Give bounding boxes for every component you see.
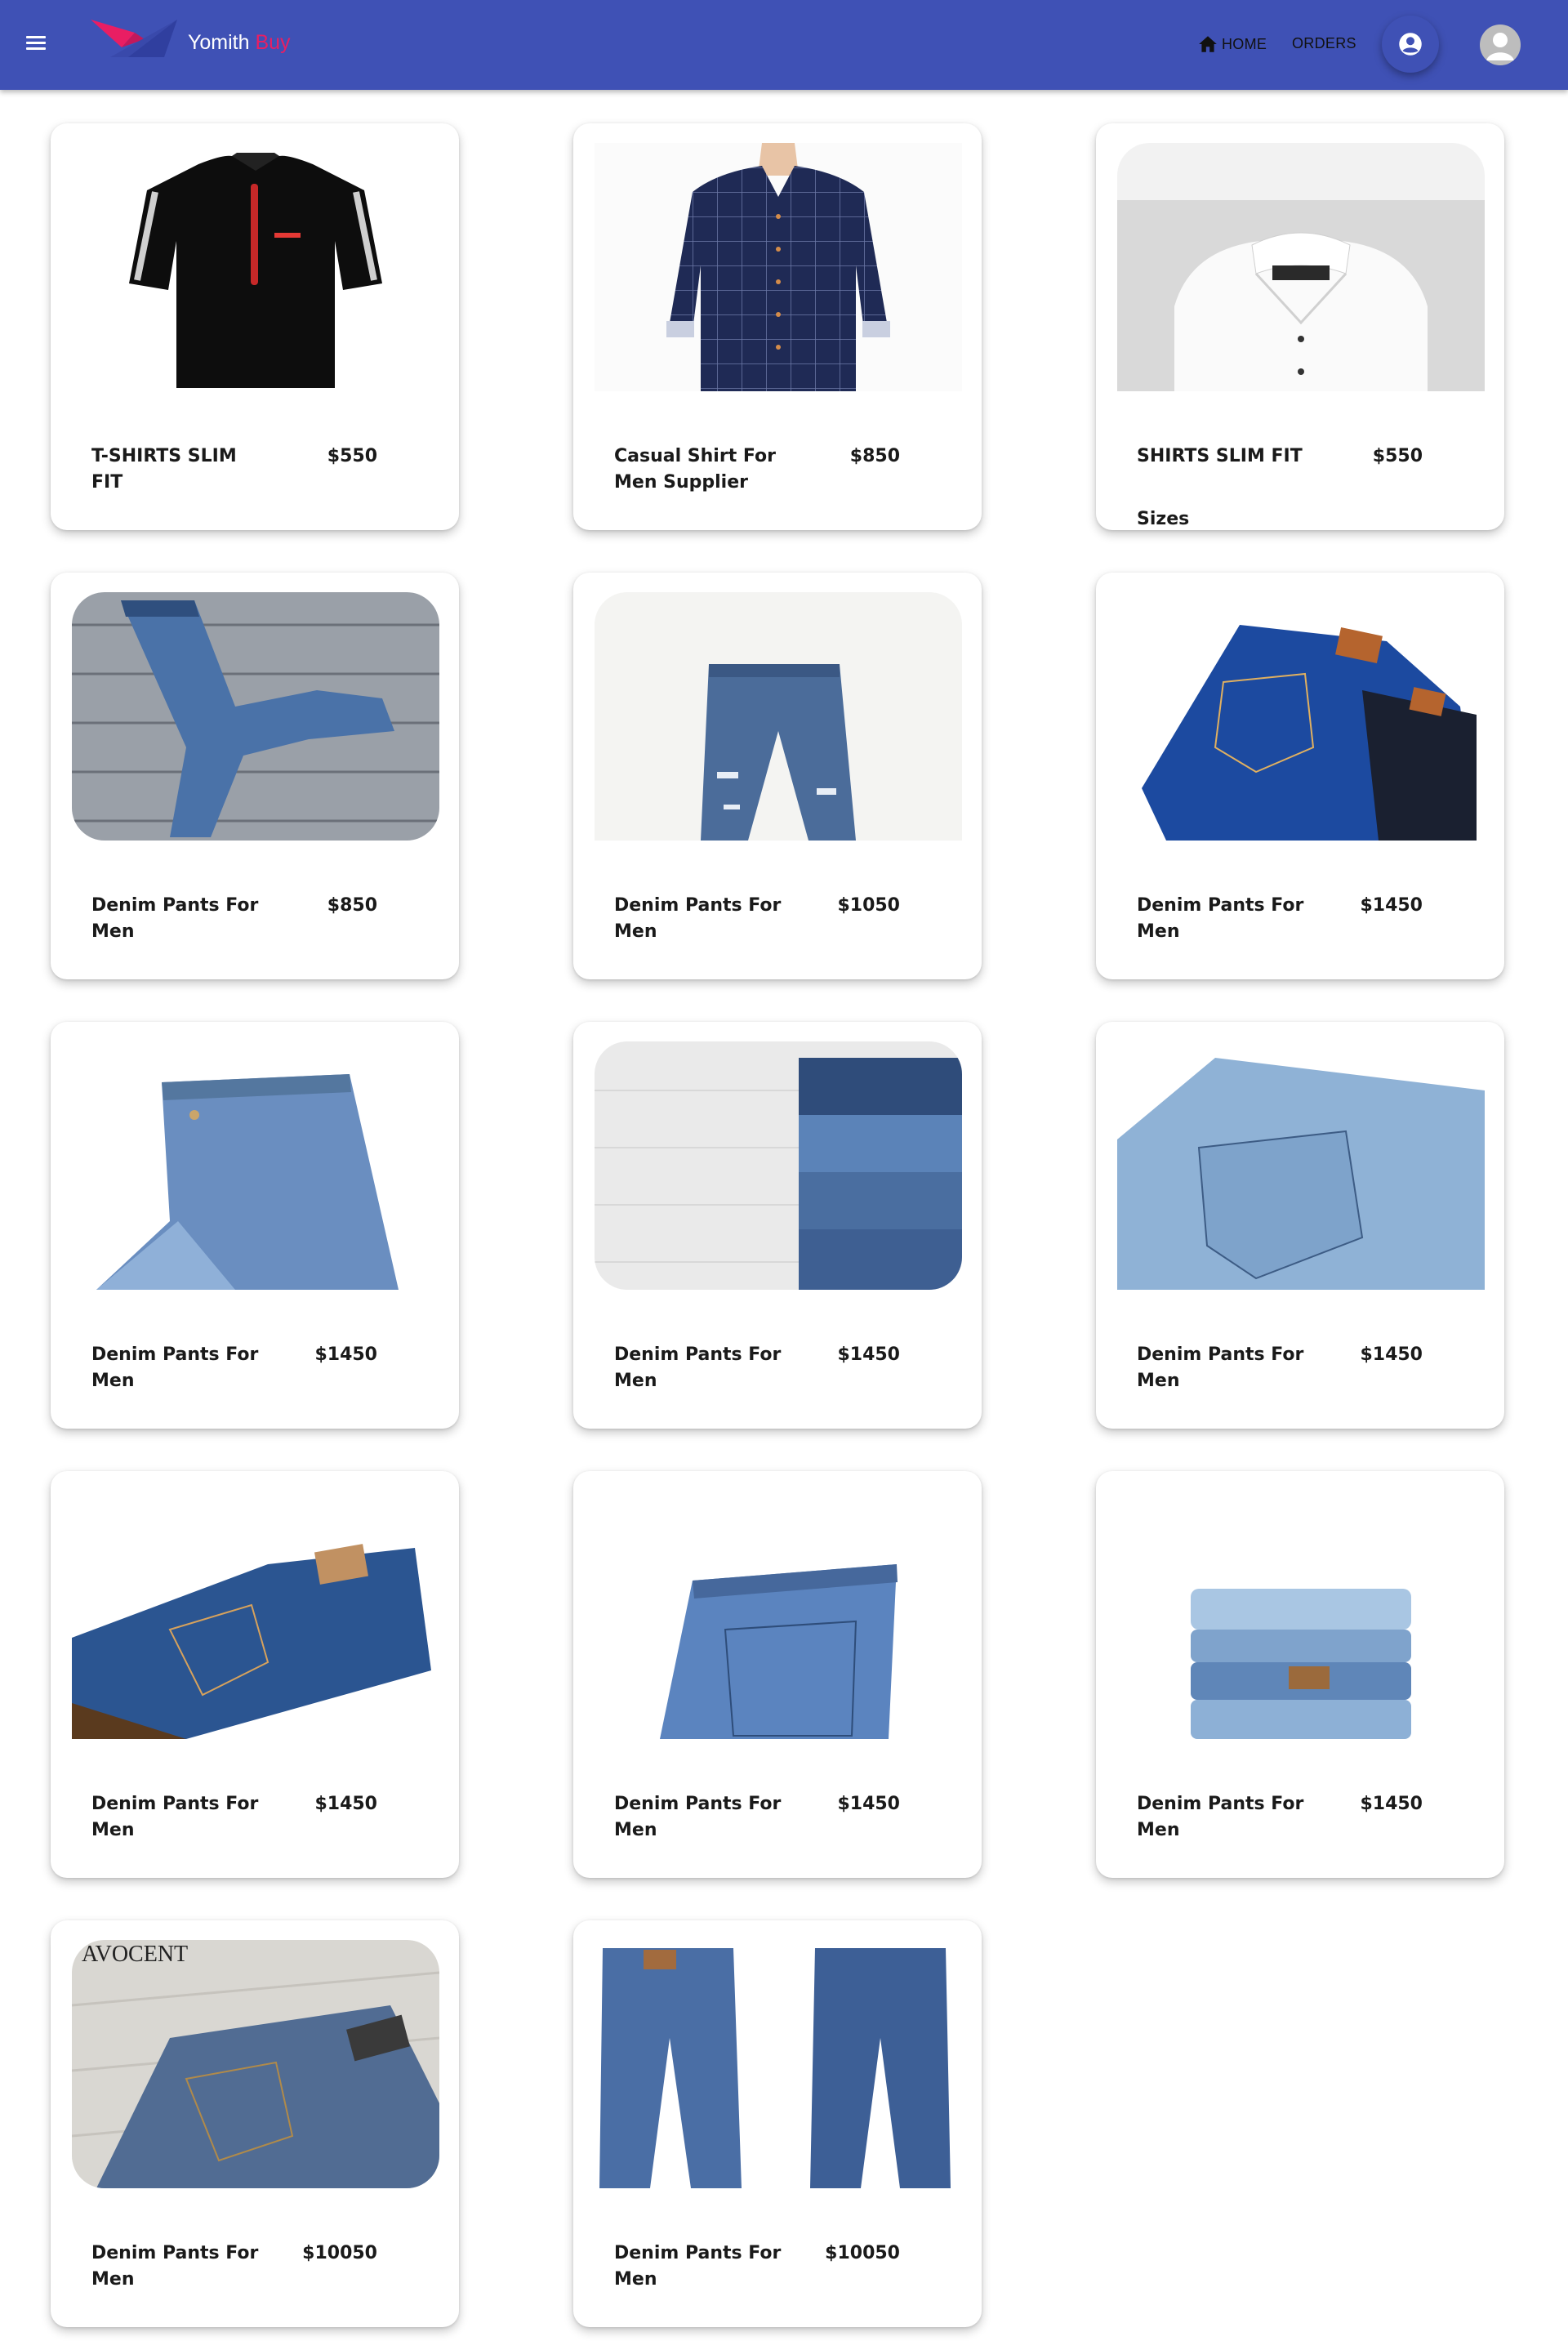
- product-price: $10050: [302, 2243, 377, 2263]
- product-name: Denim Pants For Men: [614, 1344, 782, 1391]
- brand-main: Yomith: [188, 31, 250, 54]
- nav-orders-link[interactable]: ORDERS: [1292, 35, 1356, 52]
- product-price: $1450: [1360, 1794, 1423, 1814]
- product-name: T-SHIRTS SLIM FIT: [91, 446, 237, 493]
- product-card[interactable]: Denim Pants For Men $1450: [1096, 1471, 1504, 1878]
- product-image: [595, 143, 962, 391]
- avatar[interactable]: [1480, 25, 1521, 65]
- product-card[interactable]: AVOCENT Denim Pants For Men $10050: [51, 1920, 459, 2327]
- product-name: Denim Pants For Men: [91, 1344, 259, 1391]
- product-image: [1117, 1041, 1485, 1290]
- product-name: Denim Pants For Men: [1137, 895, 1304, 942]
- product-image: [72, 143, 439, 391]
- product-name: SHIRTS SLIM FIT: [1137, 446, 1303, 466]
- product-price: $1450: [837, 1794, 900, 1814]
- product-image: [72, 592, 439, 841]
- account-circle-icon: [1399, 33, 1422, 56]
- product-name: Casual Shirt For Men Supplier: [614, 446, 776, 493]
- product-price: $1450: [1360, 1344, 1423, 1365]
- product-card[interactable]: Casual Shirt For Men Supplier $850: [573, 123, 982, 530]
- product-image: [72, 1491, 439, 1739]
- product-card[interactable]: Denim Pants For Men $1450: [51, 1471, 459, 1878]
- nav-home-link[interactable]: HOME: [1197, 31, 1267, 57]
- account-button[interactable]: [1382, 16, 1439, 73]
- app-bar: Yomith Buy HOME ORDERS: [0, 0, 1568, 90]
- product-name: Denim Pants For Men: [91, 2243, 259, 2290]
- product-name: Denim Pants For Men: [91, 895, 259, 942]
- product-card[interactable]: Denim Pants For Men $1450: [573, 1022, 982, 1429]
- home-icon: [1199, 36, 1217, 52]
- product-price: $1450: [314, 1794, 377, 1814]
- product-name: Denim Pants For Men: [1137, 1794, 1304, 1840]
- product-price: $550: [327, 446, 377, 466]
- product-card[interactable]: Denim Pants For Men $1450: [1096, 1022, 1504, 1429]
- product-price: $1050: [837, 895, 900, 916]
- product-price: $1450: [314, 1344, 377, 1365]
- nav-home-label: HOME: [1222, 35, 1267, 52]
- product-card[interactable]: Denim Pants For Men $10050: [573, 1920, 982, 2327]
- product-image: [595, 1491, 962, 1739]
- product-image: [595, 1041, 962, 1290]
- product-card[interactable]: SHIRTS SLIM FIT $550 Sizes: [1096, 123, 1504, 530]
- product-price: $10050: [825, 2243, 900, 2263]
- product-price: $850: [327, 895, 377, 916]
- product-card[interactable]: Denim Pants For Men $1450: [1096, 573, 1504, 979]
- product-card[interactable]: Denim Pants For Men $1450: [573, 1471, 982, 1878]
- product-image: [1117, 143, 1485, 391]
- person-icon: [1486, 33, 1514, 60]
- brand-logo[interactable]: [86, 15, 184, 62]
- product-name: Denim Pants For Men: [614, 2243, 782, 2290]
- product-card[interactable]: Denim Pants For Men $1050: [573, 573, 982, 979]
- product-image: [72, 1041, 439, 1290]
- product-card[interactable]: T-SHIRTS SLIM FIT $550: [51, 123, 459, 530]
- watermark-text: AVOCENT: [82, 1942, 188, 1967]
- product-image: AVOCENT: [72, 1940, 439, 2188]
- product-image: [1117, 1491, 1485, 1739]
- product-name: Denim Pants For Men: [1137, 1344, 1304, 1391]
- product-card[interactable]: Denim Pants For Men $850: [51, 573, 459, 979]
- product-price: $550: [1372, 446, 1423, 466]
- product-name: Denim Pants For Men: [614, 1794, 782, 1840]
- product-price: $1450: [837, 1344, 900, 1365]
- brand-name[interactable]: Yomith Buy: [188, 31, 291, 55]
- product-price: $850: [849, 446, 900, 466]
- sizes-label: Sizes: [1137, 509, 1190, 529]
- product-image: [595, 1940, 962, 2188]
- product-card[interactable]: Denim Pants For Men $1450: [51, 1022, 459, 1429]
- brand-accent: Buy: [255, 31, 291, 54]
- product-name: Denim Pants For Men: [614, 895, 782, 942]
- product-image: [1117, 592, 1485, 841]
- product-name: Denim Pants For Men: [91, 1794, 259, 1840]
- menu-icon[interactable]: [24, 33, 47, 57]
- product-price: $1450: [1360, 895, 1423, 916]
- product-image: [595, 592, 962, 841]
